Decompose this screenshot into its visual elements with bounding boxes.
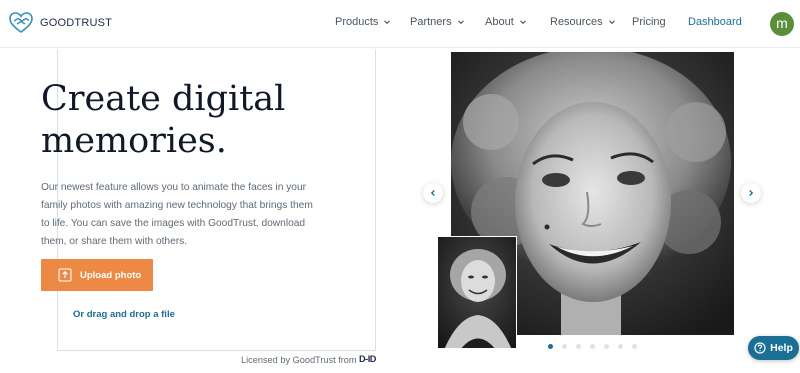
brand-name: GOODTRUST: [40, 17, 113, 29]
chevron-down-icon: [608, 20, 615, 25]
help-circle-icon: [754, 342, 766, 354]
chevron-right-icon: [749, 190, 754, 196]
help-button[interactable]: Help: [748, 336, 799, 360]
upload-icon: [58, 268, 72, 282]
goodtrust-logo-icon: [9, 12, 33, 33]
chevron-down-icon: [519, 20, 526, 25]
nav-resources-label: Resources: [550, 16, 603, 28]
nav-partners[interactable]: Partners: [410, 16, 465, 28]
nav-pricing-label: Pricing: [632, 16, 666, 28]
carousel-dot-5[interactable]: [604, 344, 609, 349]
brand-logo[interactable]: GOODTRUST: [8, 10, 112, 36]
nav-pricing[interactable]: Pricing: [632, 16, 666, 28]
upload-photo-label: Upload photo: [80, 269, 142, 281]
upload-photo-button[interactable]: Upload photo: [41, 259, 153, 291]
carousel-pagination: [548, 344, 646, 349]
nav-about-label: About: [485, 16, 514, 28]
hero-description: Our newest feature allows you to animate…: [41, 182, 313, 247]
carousel-dot-4[interactable]: [590, 344, 595, 349]
hero-title-line2: memories.: [41, 121, 227, 161]
chevron-left-icon: [430, 190, 435, 196]
nav-partners-label: Partners: [410, 16, 452, 28]
nav-products-label: Products: [335, 16, 379, 28]
nav-products[interactable]: Products: [335, 16, 391, 28]
hero-title-line1: Create digital: [41, 79, 286, 119]
d-id-logo: D-ID: [359, 354, 376, 364]
carousel-next-button[interactable]: [741, 183, 761, 203]
thumbnail-image: [438, 237, 516, 348]
nav-dashboard[interactable]: Dashboard: [688, 16, 742, 28]
carousel-dot-3[interactable]: [576, 344, 581, 349]
carousel-dot-7[interactable]: [632, 344, 637, 349]
carousel-prev-button[interactable]: [423, 183, 443, 203]
carousel-thumbnail-photo[interactable]: [437, 236, 517, 349]
carousel-dot-2[interactable]: [562, 344, 567, 349]
chevron-down-icon: [457, 20, 464, 25]
user-avatar[interactable]: m: [770, 12, 794, 36]
carousel-dot-6[interactable]: [618, 344, 623, 349]
nav-dashboard-label: Dashboard: [688, 16, 742, 28]
drag-drop-link[interactable]: Or drag and drop a file: [73, 309, 175, 320]
nav-about[interactable]: About: [485, 16, 527, 28]
carousel-dot-1[interactable]: [548, 344, 553, 349]
nav-resources[interactable]: Resources: [550, 16, 616, 28]
top-header: GOODTRUST Products Partners About Resour…: [0, 0, 800, 48]
license-text: Licensed by GoodTrust from: [241, 355, 357, 365]
chevron-down-icon: [384, 20, 391, 25]
help-label: Help: [770, 342, 793, 354]
hero-title: Create digital memories.: [41, 78, 341, 162]
